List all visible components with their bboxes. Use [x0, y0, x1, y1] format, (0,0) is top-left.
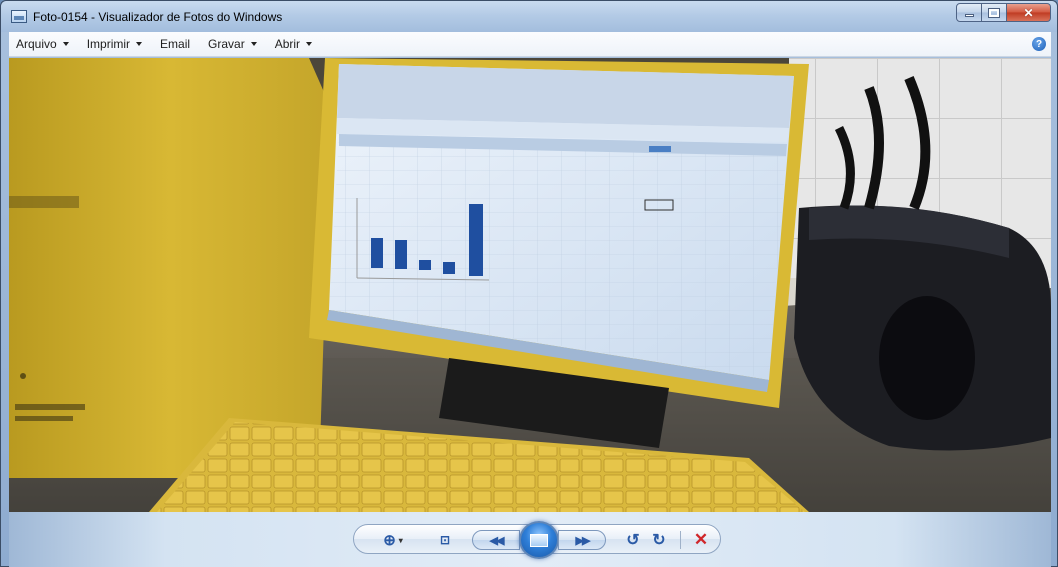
actual-size-icon: ⊡: [439, 533, 451, 547]
chevron-down-icon: [136, 42, 143, 46]
previous-button[interactable]: ◀◀: [472, 530, 520, 550]
next-icon: ▶▶: [575, 534, 591, 547]
menu-email-label: Email: [160, 37, 191, 51]
menu-imprimir-label: Imprimir: [86, 37, 131, 51]
chevron-down-icon: [306, 42, 313, 46]
photo-viewer-window: Foto-0154 - Visualizador de Fotos do Win…: [0, 0, 1058, 567]
window-controls: ✕: [956, 3, 1051, 22]
maximize-icon: [988, 7, 1000, 18]
menu-email[interactable]: Email: [151, 32, 199, 56]
menu-imprimir[interactable]: Imprimir: [78, 32, 151, 56]
close-icon: ✕: [1023, 5, 1034, 20]
rotate-left-button[interactable]: ↺: [622, 529, 644, 551]
chevron-down-icon: [250, 42, 257, 46]
menu-abrir-label: Abrir: [274, 37, 301, 51]
minimize-button[interactable]: [956, 3, 982, 22]
delete-icon: ✕: [693, 530, 709, 549]
maximize-button[interactable]: [982, 3, 1007, 22]
minimize-icon: [964, 14, 974, 17]
slideshow-button[interactable]: [519, 521, 559, 559]
next-button[interactable]: ▶▶: [558, 530, 606, 550]
zoom-button[interactable]: ⊕ ▾: [376, 529, 410, 551]
slideshow-icon: [530, 533, 548, 547]
delete-button[interactable]: ✕: [690, 529, 712, 551]
chevron-down-icon: ▾: [398, 535, 403, 545]
photo-viewer-icon: [11, 10, 27, 23]
zoom-icon: ⊕: [383, 532, 396, 549]
rotate-right-button[interactable]: ↻: [648, 529, 670, 551]
menu-gravar-label: Gravar: [208, 37, 245, 51]
menu-arquivo-label: Arquivo: [16, 37, 57, 51]
navigation-pill: ⊕ ▾ ⊡ ◀◀ ▶▶ ↺ ↻ ✕: [353, 521, 721, 559]
title-bar[interactable]: Foto-0154 - Visualizador de Fotos do Win…: [1, 1, 1057, 32]
actual-size-button[interactable]: ⊡: [434, 530, 456, 550]
bottom-toolbar: ⊕ ▾ ⊡ ◀◀ ▶▶ ↺ ↻ ✕: [9, 512, 1051, 567]
rotate-left-icon: ↺: [626, 532, 640, 549]
menu-bar: Arquivo Imprimir Email Gravar Abrir ?: [9, 32, 1051, 57]
window-title: Foto-0154 - Visualizador de Fotos do Win…: [33, 9, 283, 24]
help-icon[interactable]: ?: [1032, 37, 1046, 51]
menu-abrir[interactable]: Abrir: [266, 32, 321, 56]
menu-arquivo[interactable]: Arquivo: [9, 32, 78, 56]
toolbar-divider: [680, 531, 681, 549]
chevron-down-icon: [62, 42, 69, 46]
previous-icon: ◀◀: [489, 534, 505, 547]
photo-display[interactable]: [9, 58, 1051, 512]
rotate-right-icon: ↻: [652, 532, 666, 549]
close-button[interactable]: ✕: [1007, 3, 1051, 22]
displayed-photo: [9, 58, 1051, 512]
menu-gravar[interactable]: Gravar: [199, 32, 266, 56]
